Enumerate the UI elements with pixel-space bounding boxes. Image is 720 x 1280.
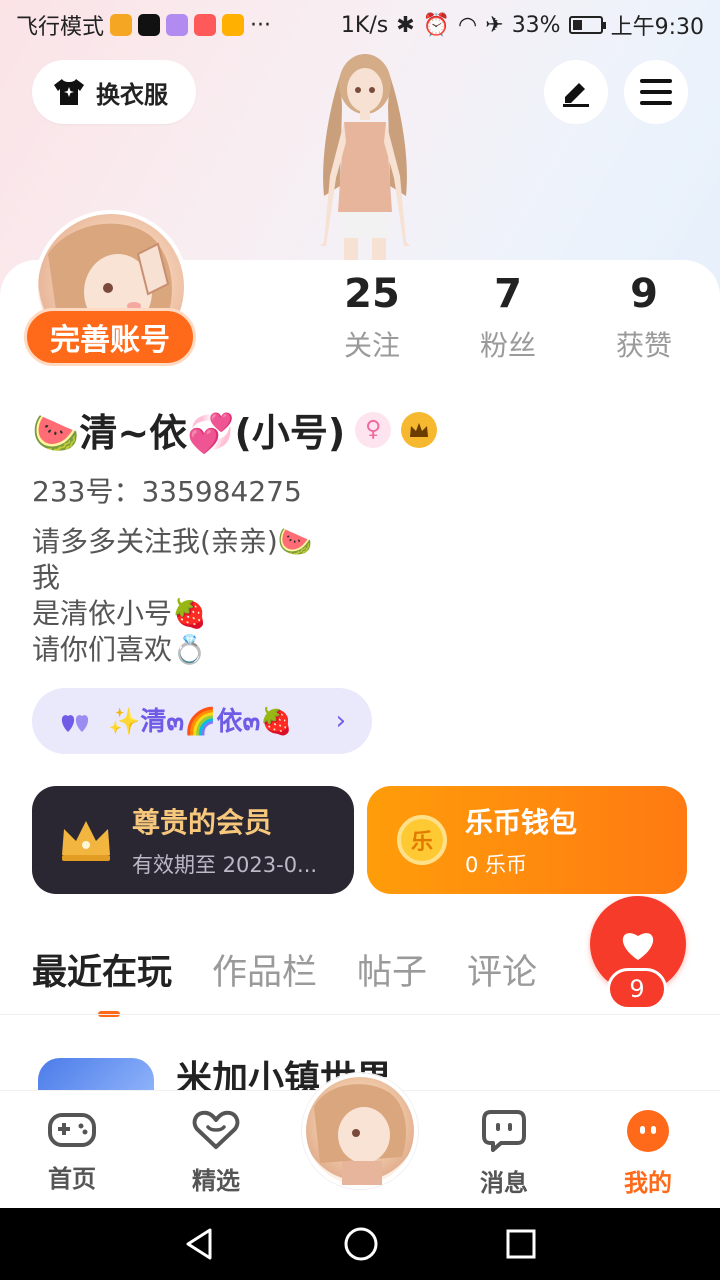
wifi-icon: ◠ <box>458 12 478 38</box>
nav-messages[interactable]: 消息 <box>454 1109 554 1198</box>
nav-featured-label: 精选 <box>192 1167 240 1195</box>
back-icon[interactable] <box>182 1226 218 1262</box>
tiktok-icon <box>138 14 161 36</box>
following-count: 25 <box>344 271 400 317</box>
nav-home-label: 首页 <box>48 1165 96 1193</box>
vip-membership-card[interactable]: 尊贵的会员 有效期至 2023-0... <box>32 786 354 894</box>
gamepad-icon <box>48 1113 96 1147</box>
username: 🍉清~依💞(小号) <box>32 411 346 455</box>
shirt-icon <box>54 79 84 105</box>
likes-label: 获赞 <box>615 329 672 362</box>
female-icon: ♀ <box>355 411 392 448</box>
wallet-card[interactable]: 乐 乐币钱包 0 乐币 <box>367 786 687 894</box>
bluetooth-icon: ✱ <box>396 12 415 38</box>
crown-badge-icon <box>401 411 438 448</box>
tab-comments[interactable]: 评论 <box>467 944 537 995</box>
game-thumbnail <box>38 1058 154 1090</box>
alarm-icon: ⏰ <box>422 12 451 38</box>
tabs-divider <box>0 1014 720 1015</box>
bio-line: 我 <box>32 561 61 594</box>
heart-icon <box>622 933 654 960</box>
status-bar: 飞行模式 ··· 1K/s ✱ ⏰ ◠ ✈ 33% 上午9:30 <box>0 0 720 50</box>
tab-recently-played[interactable]: 最近在玩 <box>32 944 172 1017</box>
profile-tabs: 最近在玩 作品栏 帖子 评论 <box>32 944 537 1017</box>
nav-me[interactable]: 我的 <box>598 1109 698 1198</box>
bio-line: 请你们喜欢💍 <box>32 633 207 666</box>
like-count-badge: 9 <box>607 968 667 1010</box>
wallet-title: 乐币钱包 <box>465 806 578 839</box>
nav-home[interactable]: 首页 <box>22 1109 122 1194</box>
coin-icon: 乐 <box>397 815 447 865</box>
weibo-icon <box>110 14 133 36</box>
profile-tag-text: ✨清๓🌈依๓🍓 <box>108 706 293 737</box>
likes-count: 9 <box>630 271 658 317</box>
shop-icon <box>194 14 217 36</box>
nav-featured[interactable]: 精选 <box>166 1109 266 1196</box>
airplane-icon: ✈ <box>485 12 504 38</box>
hearts-icon <box>61 715 89 732</box>
video-icon <box>222 14 245 36</box>
network-speed: 1K/s <box>340 12 389 38</box>
crown-icon <box>62 821 110 861</box>
battery-percent: 33% <box>511 12 561 38</box>
center-avatar-button[interactable] <box>302 1073 418 1189</box>
me-icon <box>627 1110 669 1152</box>
vip-title: 尊贵的会员 <box>132 806 273 839</box>
battery-icon <box>568 16 606 34</box>
profile-tag-button[interactable]: ✨清๓🌈依๓🍓 › <box>32 688 372 754</box>
change-outfit-label: 换衣服 <box>96 80 168 109</box>
bottom-navigation: 首页 精选 消息 我的 <box>0 1073 720 1208</box>
recents-icon[interactable] <box>504 1227 538 1261</box>
user-id: 233号：335984275 <box>32 475 302 508</box>
bio-line: 请多多关注我(亲亲)🍉 <box>32 525 313 558</box>
stat-following[interactable]: 25 关注 <box>312 268 432 364</box>
vip-expiry: 有效期至 2023-0... <box>132 853 318 877</box>
nav-messages-label: 消息 <box>480 1169 528 1197</box>
center-avatar-illustration <box>314 1084 406 1185</box>
change-outfit-button[interactable]: 换衣服 <box>32 60 196 124</box>
menu-button[interactable] <box>624 60 688 124</box>
system-navigation-bar <box>0 1208 720 1280</box>
clock: 上午9:30 <box>610 15 704 40</box>
message-icon <box>482 1110 526 1152</box>
heart-chat-icon <box>192 1110 240 1149</box>
menu-icon <box>640 79 672 105</box>
edit-button[interactable] <box>544 60 608 124</box>
airplane-mode-text: 飞行模式 <box>16 15 105 40</box>
app-icon <box>166 14 189 36</box>
bio-line: 是清依小号🍓 <box>32 597 207 630</box>
nav-me-label: 我的 <box>624 1169 672 1197</box>
fans-count: 7 <box>494 271 522 317</box>
wallet-balance: 0 乐币 <box>465 853 528 877</box>
complete-account-button[interactable]: 完善账号 <box>24 308 196 366</box>
stat-fans[interactable]: 7 粉丝 <box>448 268 568 364</box>
stat-likes[interactable]: 9 获赞 <box>584 268 704 364</box>
avatar-character-figure[interactable] <box>280 46 450 266</box>
home-icon[interactable] <box>342 1225 380 1263</box>
edit-icon <box>563 83 589 107</box>
following-label: 关注 <box>343 329 400 362</box>
more-notifications: ··· <box>250 12 271 38</box>
tab-posts[interactable]: 帖子 <box>357 944 427 995</box>
chevron-right-icon: › <box>335 706 346 736</box>
tab-works[interactable]: 作品栏 <box>212 944 317 995</box>
username-row: 🍉清~依💞(小号) ♀ <box>32 402 438 457</box>
fans-label: 粉丝 <box>479 329 536 362</box>
bio: 请多多关注我(亲亲)🍉 我 是清依小号🍓 请你们喜欢💍 <box>32 524 313 668</box>
